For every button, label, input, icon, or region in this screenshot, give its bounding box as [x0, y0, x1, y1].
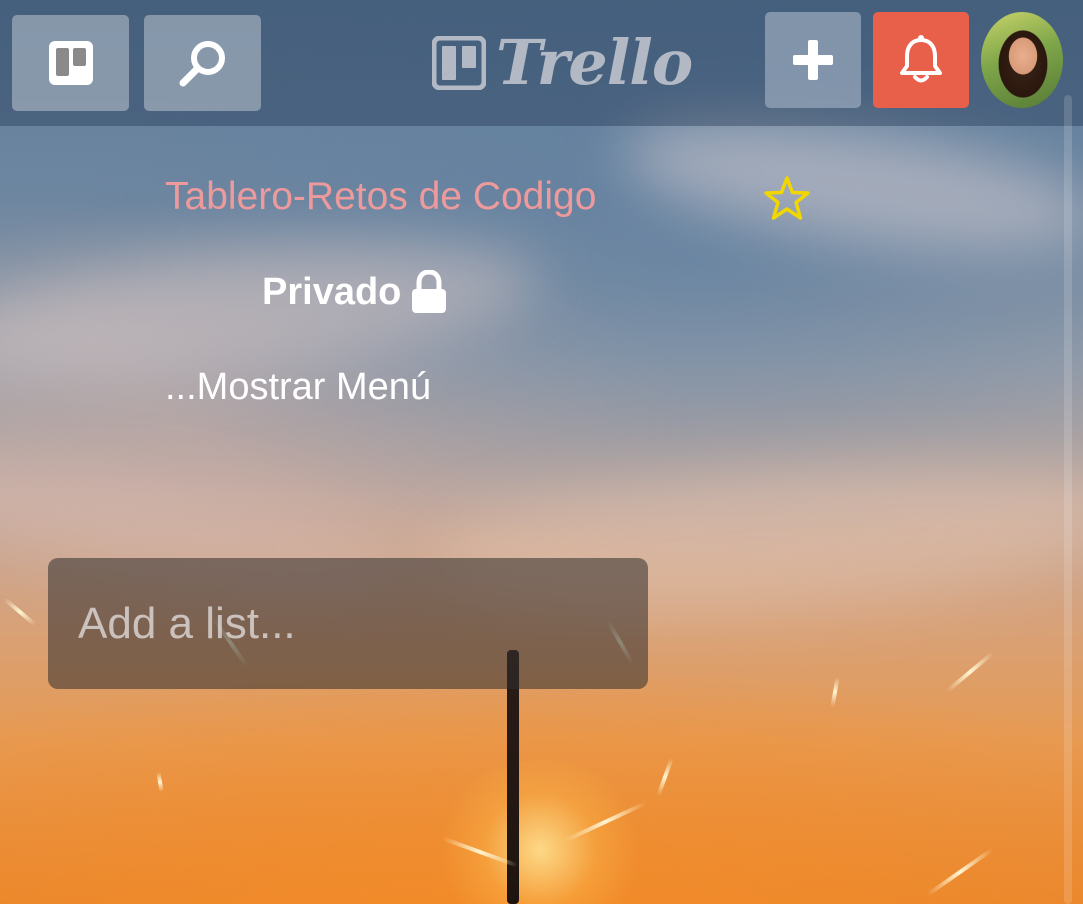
star-icon[interactable] [763, 175, 811, 223]
bell-icon [900, 35, 942, 83]
add-list-input[interactable] [48, 558, 648, 689]
plus-icon [793, 40, 833, 80]
boards-button[interactable] [12, 15, 129, 111]
spark [926, 847, 994, 897]
spark [156, 771, 164, 793]
add-button[interactable] [765, 12, 861, 108]
visibility-button[interactable]: Privado [262, 270, 449, 314]
search-button[interactable] [144, 15, 261, 111]
boards-icon [48, 41, 93, 85]
top-bar: Trello [0, 0, 1083, 126]
lock-icon [412, 270, 447, 313]
show-menu-link[interactable]: ...Mostrar Menú [165, 366, 431, 409]
notifications-button[interactable] [873, 12, 969, 108]
trello-logo-icon [432, 36, 486, 90]
spark [3, 597, 37, 627]
scrollbar[interactable] [1064, 95, 1072, 904]
user-avatar[interactable] [981, 12, 1063, 108]
board-title[interactable]: Tablero-Retos de Codigo [165, 175, 596, 219]
sparkler-glow [430, 760, 650, 904]
spark [945, 651, 995, 693]
trello-logo: Trello [432, 26, 693, 99]
spark [830, 676, 840, 708]
logo-text: Trello [496, 26, 693, 99]
add-list-composer[interactable] [48, 558, 648, 689]
spark [656, 757, 674, 797]
search-icon [179, 41, 225, 87]
visibility-label: Privado [262, 270, 402, 313]
